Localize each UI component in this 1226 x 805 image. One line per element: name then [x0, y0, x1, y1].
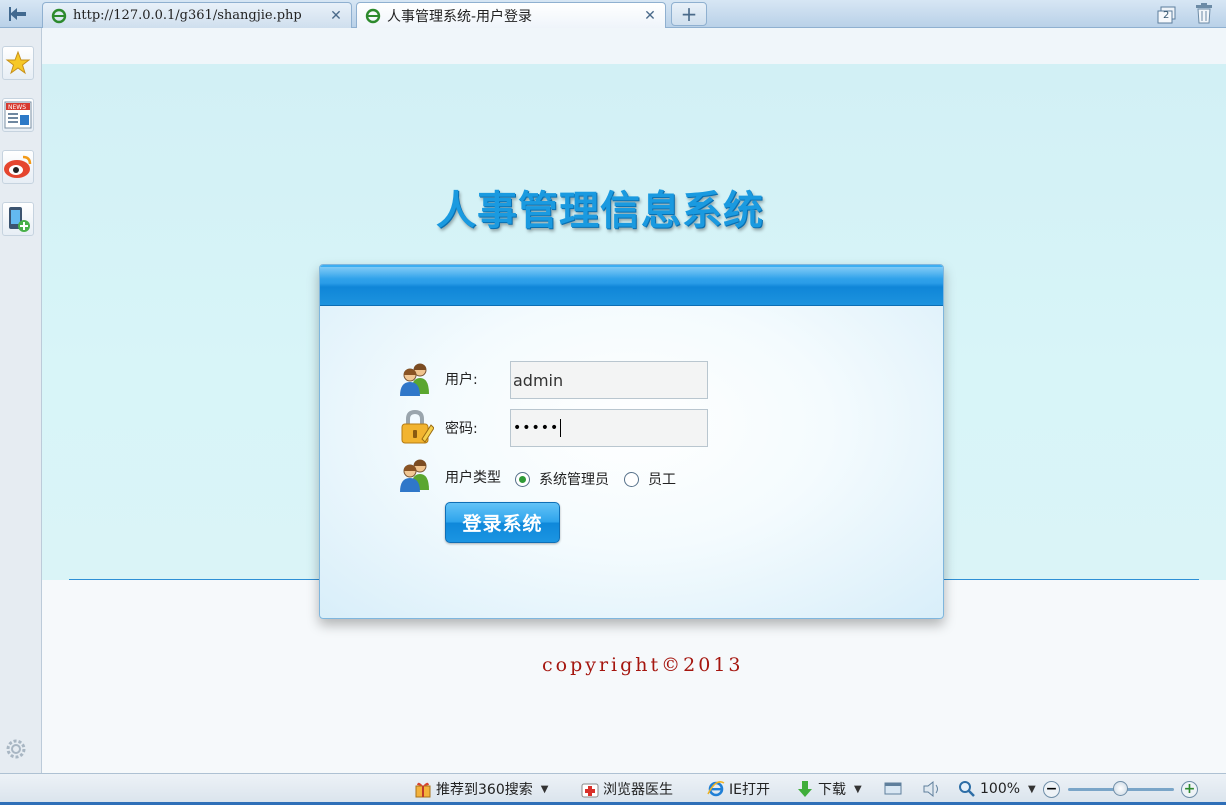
svg-text:NEWS: NEWS: [8, 104, 26, 111]
radio-admin[interactable]: [515, 471, 530, 487]
chevron-down-icon[interactable]: ▼: [541, 784, 549, 795]
sidebar: NEWS: [0, 28, 42, 773]
zoom-out-button[interactable]: −: [1043, 781, 1060, 798]
radio-employee-label[interactable]: 员工: [648, 469, 676, 489]
tab-title: 人事管理系统-用户登录: [387, 9, 533, 25]
ie-open-label: IE打开: [729, 782, 770, 798]
back-icon[interactable]: [0, 0, 36, 27]
zoom-control[interactable]: 100% ▼: [958, 779, 1036, 799]
gear-icon[interactable]: [4, 737, 28, 761]
magnifier-icon: [958, 780, 976, 798]
trash-badge: 2: [1163, 10, 1170, 21]
login-panel: 用户: admin 密码: ••••• 用户类型 系统管理员 员工 登录系统: [319, 264, 944, 619]
lock-icon: [398, 409, 435, 445]
username-value: admin: [513, 370, 564, 390]
chevron-down-icon[interactable]: ▼: [1028, 784, 1036, 795]
speaker-icon[interactable]: [922, 779, 942, 799]
password-value: •••••: [513, 420, 560, 436]
browser-tab-strip: http://127.0.0.1/g361/shangjie.php ✕ 人事管…: [0, 0, 1226, 29]
browser-status-bar: 推荐到360搜索 ▼ 浏览器医生 IE打开 下载 ▼ 100% ▼ − +: [0, 773, 1226, 805]
restore-window-icon[interactable]: 2: [1156, 5, 1178, 25]
ie-favicon: [365, 8, 381, 24]
copyright-text: copyright©2013: [542, 654, 744, 676]
tab-login[interactable]: 人事管理系统-用户登录 ✕: [356, 2, 666, 29]
login-panel-header: [320, 265, 943, 306]
radio-admin-label[interactable]: 系统管理员: [539, 469, 609, 489]
users-icon: [398, 457, 434, 493]
news-icon[interactable]: NEWS: [2, 98, 34, 132]
page-top-strip: [42, 28, 1226, 64]
plus-icon[interactable]: +: [671, 2, 707, 26]
zoom-in-button[interactable]: +: [1181, 781, 1198, 798]
users-icon: [398, 361, 434, 397]
radio-employee[interactable]: [624, 471, 639, 487]
ie-icon: [707, 780, 725, 798]
text-caret: [560, 419, 562, 437]
zoom-level: 100%: [980, 781, 1021, 797]
window-icon[interactable]: [884, 779, 902, 799]
chevron-down-icon[interactable]: ▼: [854, 784, 862, 795]
login-button[interactable]: 登录系统: [445, 502, 560, 543]
password-label: 密码:: [445, 421, 478, 437]
system-title: 人事管理信息系统: [436, 188, 764, 234]
trash-icon[interactable]: [1194, 2, 1214, 28]
zoom-slider-handle[interactable]: [1113, 781, 1128, 796]
ie-favicon: [51, 8, 67, 24]
user-type-label: 用户类型: [445, 470, 501, 486]
page-content: 人事管理信息系统 用户: admin 密码: ••••• 用户类型 系统管理员 …: [42, 28, 1226, 773]
tab-title: http://127.0.0.1/g361/shangjie.php: [73, 8, 302, 23]
gift-icon: [414, 780, 432, 798]
medkit-icon: [581, 780, 599, 798]
ie-open-button[interactable]: IE打开: [707, 779, 770, 799]
password-input[interactable]: •••••: [510, 409, 708, 447]
close-icon[interactable]: ✕: [643, 8, 657, 24]
mobile-add-icon[interactable]: [2, 202, 34, 236]
doctor-label: 浏览器医生: [603, 782, 673, 798]
star-icon[interactable]: [2, 46, 34, 80]
user-label: 用户:: [445, 372, 478, 388]
tab-tools: 2: [1156, 2, 1214, 28]
username-input[interactable]: admin: [510, 361, 708, 399]
download-arrow-icon: [796, 780, 814, 798]
browser-doctor-button[interactable]: 浏览器医生: [581, 779, 673, 799]
recommend-360-button[interactable]: 推荐到360搜索 ▼: [414, 779, 548, 799]
weibo-icon[interactable]: [2, 150, 34, 184]
download-label: 下载: [818, 782, 846, 798]
close-icon[interactable]: ✕: [329, 8, 343, 24]
user-type-radio-group: 系统管理员 员工: [515, 469, 691, 489]
download-button[interactable]: 下载 ▼: [796, 779, 862, 799]
recommend-label: 推荐到360搜索: [436, 782, 533, 798]
tab-shangjie[interactable]: http://127.0.0.1/g361/shangjie.php ✕: [42, 2, 352, 28]
